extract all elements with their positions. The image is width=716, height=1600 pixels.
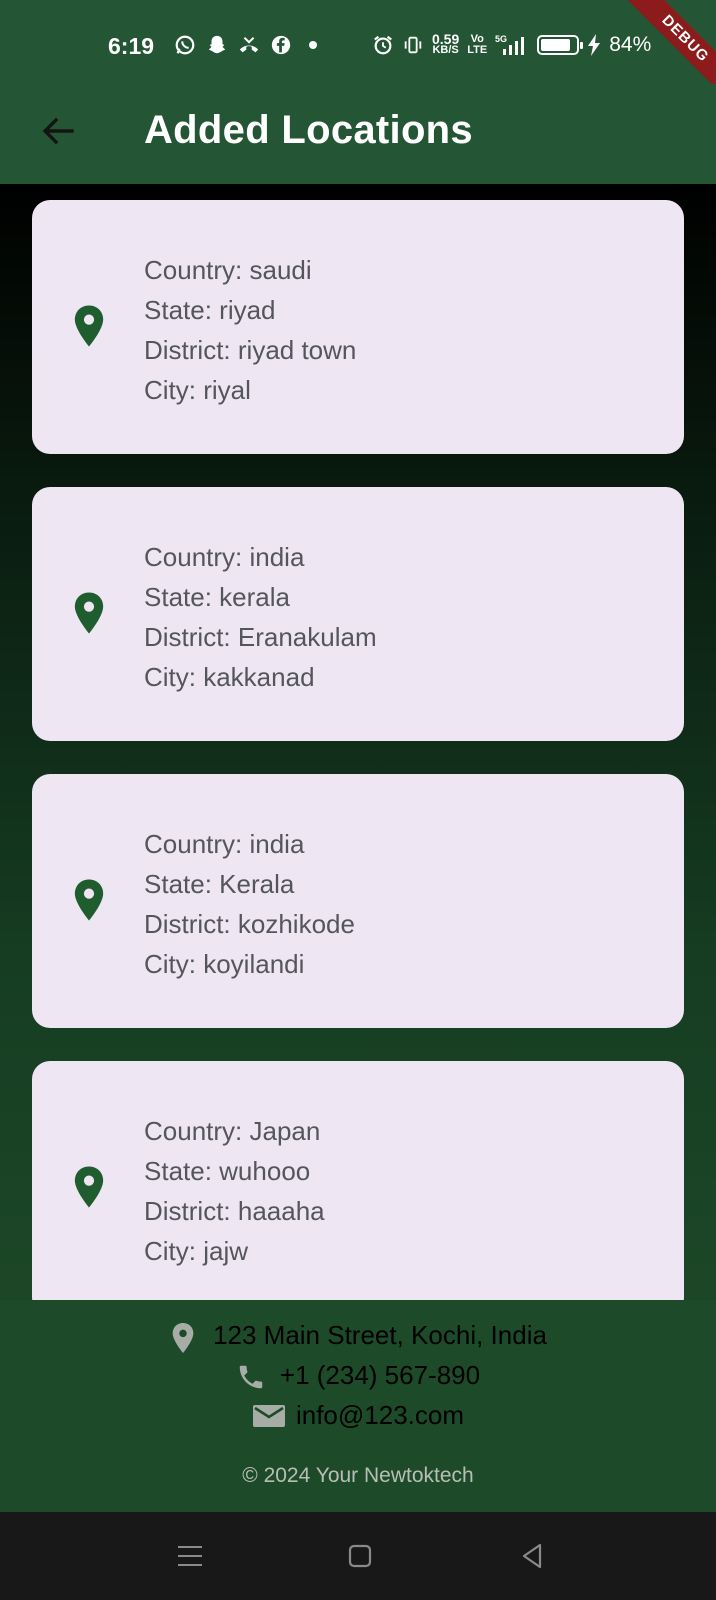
battery-percent: 84% — [609, 33, 652, 56]
location-country: Country: india — [144, 829, 305, 859]
status-time: 6:19 — [108, 33, 155, 59]
location-country: Country: saudi — [144, 255, 312, 285]
location-district: District: kozhikode — [144, 909, 355, 939]
location-pin-icon — [72, 591, 106, 635]
location-card[interactable]: Country: india State: kerala District: E… — [32, 487, 684, 741]
footer-address-row: 123 Main Street, Kochi, India — [0, 1320, 716, 1353]
network-speed-unit: KB/S — [432, 44, 459, 56]
network-speed: 0.59 KB/S — [432, 32, 459, 56]
facebook-icon — [270, 34, 292, 56]
location-pin-icon — [72, 878, 106, 922]
signal-5g-icon: 5G — [495, 34, 529, 56]
footer-email-row: info@123.com — [0, 1400, 716, 1431]
location-country: Country: Japan — [144, 1116, 321, 1146]
volte-indicator: Vo LTE — [467, 34, 487, 56]
location-pin-icon — [169, 1322, 197, 1353]
footer-phone-row: +1 (234) 567-890 — [0, 1360, 716, 1391]
snapchat-icon — [206, 34, 228, 56]
locations-list[interactable]: Country: saudi State: riyad District: ri… — [0, 184, 716, 1300]
system-navigation-bar — [0, 1512, 716, 1600]
location-district: District: haaaha — [144, 1196, 325, 1226]
location-district: District: riyad town — [144, 335, 357, 365]
footer-copyright: © 2024 Your Newtoktech — [242, 1464, 474, 1487]
location-state: State: Kerala — [144, 869, 295, 899]
app-bar: Added Locations — [0, 84, 716, 184]
battery-fill — [541, 39, 571, 51]
more-notifications-dot-icon — [302, 34, 324, 56]
battery-icon — [537, 35, 584, 55]
location-city: City: kakkanad — [144, 662, 315, 692]
location-district: District: Eranakulam — [144, 622, 377, 652]
phone-icon — [236, 1362, 264, 1390]
footer-email: info@123.com — [295, 1400, 465, 1430]
missed-call-icon — [238, 34, 260, 56]
location-card[interactable]: Country: india State: Kerala District: k… — [32, 774, 684, 1028]
page-title: Added Locations — [144, 108, 473, 152]
home-button[interactable] — [344, 1540, 376, 1572]
arrow-back-icon[interactable] — [38, 111, 78, 151]
location-pin-icon — [72, 304, 106, 348]
email-icon — [252, 1402, 285, 1430]
location-state: State: wuhooo — [144, 1156, 311, 1186]
back-nav-button[interactable] — [516, 1540, 548, 1572]
alarm-icon — [372, 34, 394, 56]
vibrate-icon — [402, 34, 424, 56]
footer-address: 123 Main Street, Kochi, India — [213, 1320, 547, 1350]
notification-icons — [174, 34, 324, 56]
location-state: State: kerala — [144, 582, 290, 612]
location-card[interactable]: Country: saudi State: riyad District: ri… — [32, 200, 684, 454]
location-city: City: riyal — [144, 375, 251, 405]
location-state: State: riyad — [144, 295, 276, 325]
recent-apps-button[interactable] — [174, 1540, 206, 1572]
footer-phone: +1 (234) 567-890 — [279, 1360, 481, 1390]
signal-5g-label: 5G — [495, 34, 507, 44]
charging-bolt-icon — [587, 34, 601, 56]
location-city: City: koyilandi — [144, 949, 305, 979]
system-icons: 0.59 KB/S Vo LTE 5G 84% — [372, 32, 652, 57]
location-card[interactable]: Country: Japan State: wuhooo District: h… — [32, 1061, 684, 1300]
location-city: City: jajw — [144, 1236, 249, 1266]
location-pin-icon — [72, 1165, 106, 1209]
location-country: Country: india — [144, 542, 305, 572]
status-bar: 6:19 0.59 KB/S Vo LTE 5G 84% DEBUG — [0, 0, 716, 102]
whatsapp-icon — [174, 34, 196, 56]
lte-label: LTE — [467, 44, 488, 56]
